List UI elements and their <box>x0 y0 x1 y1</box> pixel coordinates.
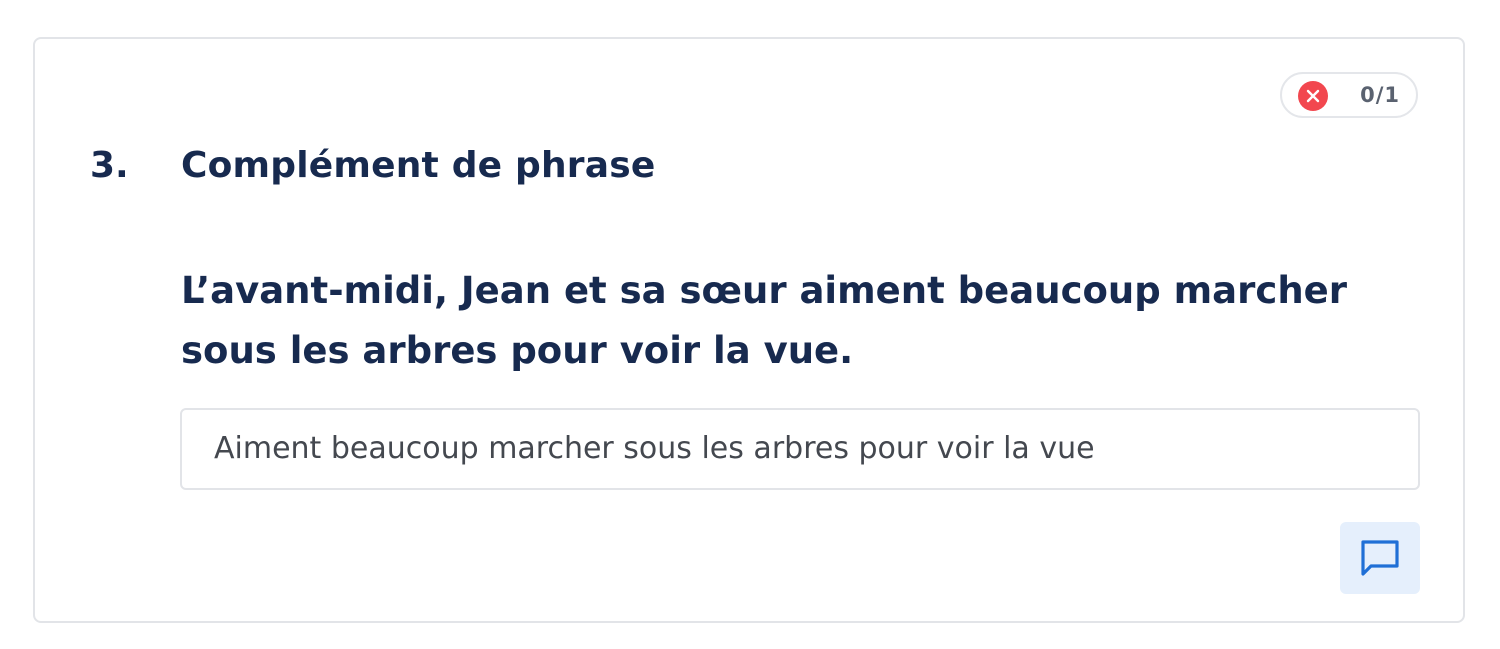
question-card: 0/1 3. Complément de phrase L’avant-midi… <box>33 37 1465 623</box>
comment-button[interactable] <box>1340 522 1420 594</box>
question-number: 3. <box>90 145 129 186</box>
answer-field[interactable]: Aiment beaucoup marcher sous les arbres … <box>180 408 1420 490</box>
score-value: 0/1 <box>1360 83 1400 107</box>
question-title: Complément de phrase <box>181 145 656 186</box>
score-badge: 0/1 <box>1280 72 1418 118</box>
close-circle-icon <box>1298 81 1328 111</box>
question-prompt: L’avant-midi, Jean et sa sœur aiment bea… <box>181 269 1348 372</box>
